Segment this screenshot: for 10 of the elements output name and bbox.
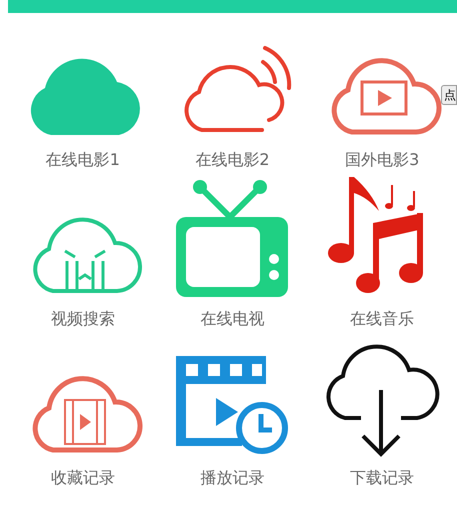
grid-label[interactable]: 收藏记录	[50, 468, 115, 488]
side-tab[interactable]: 点	[441, 85, 457, 105]
grid-label[interactable]: 视频搜索	[50, 309, 115, 329]
grid-label[interactable]: 在线电影2	[195, 150, 270, 170]
grid-label[interactable]: 在线电影1	[46, 150, 120, 170]
grid-label[interactable]: 在线音乐	[350, 309, 414, 329]
grid-label[interactable]: 播放记录	[200, 468, 264, 488]
grid-label[interactable]: 在线电视	[200, 309, 264, 329]
grid-label[interactable]: 国外电影3	[345, 150, 420, 170]
grid-label[interactable]: 下载记录	[350, 468, 414, 488]
